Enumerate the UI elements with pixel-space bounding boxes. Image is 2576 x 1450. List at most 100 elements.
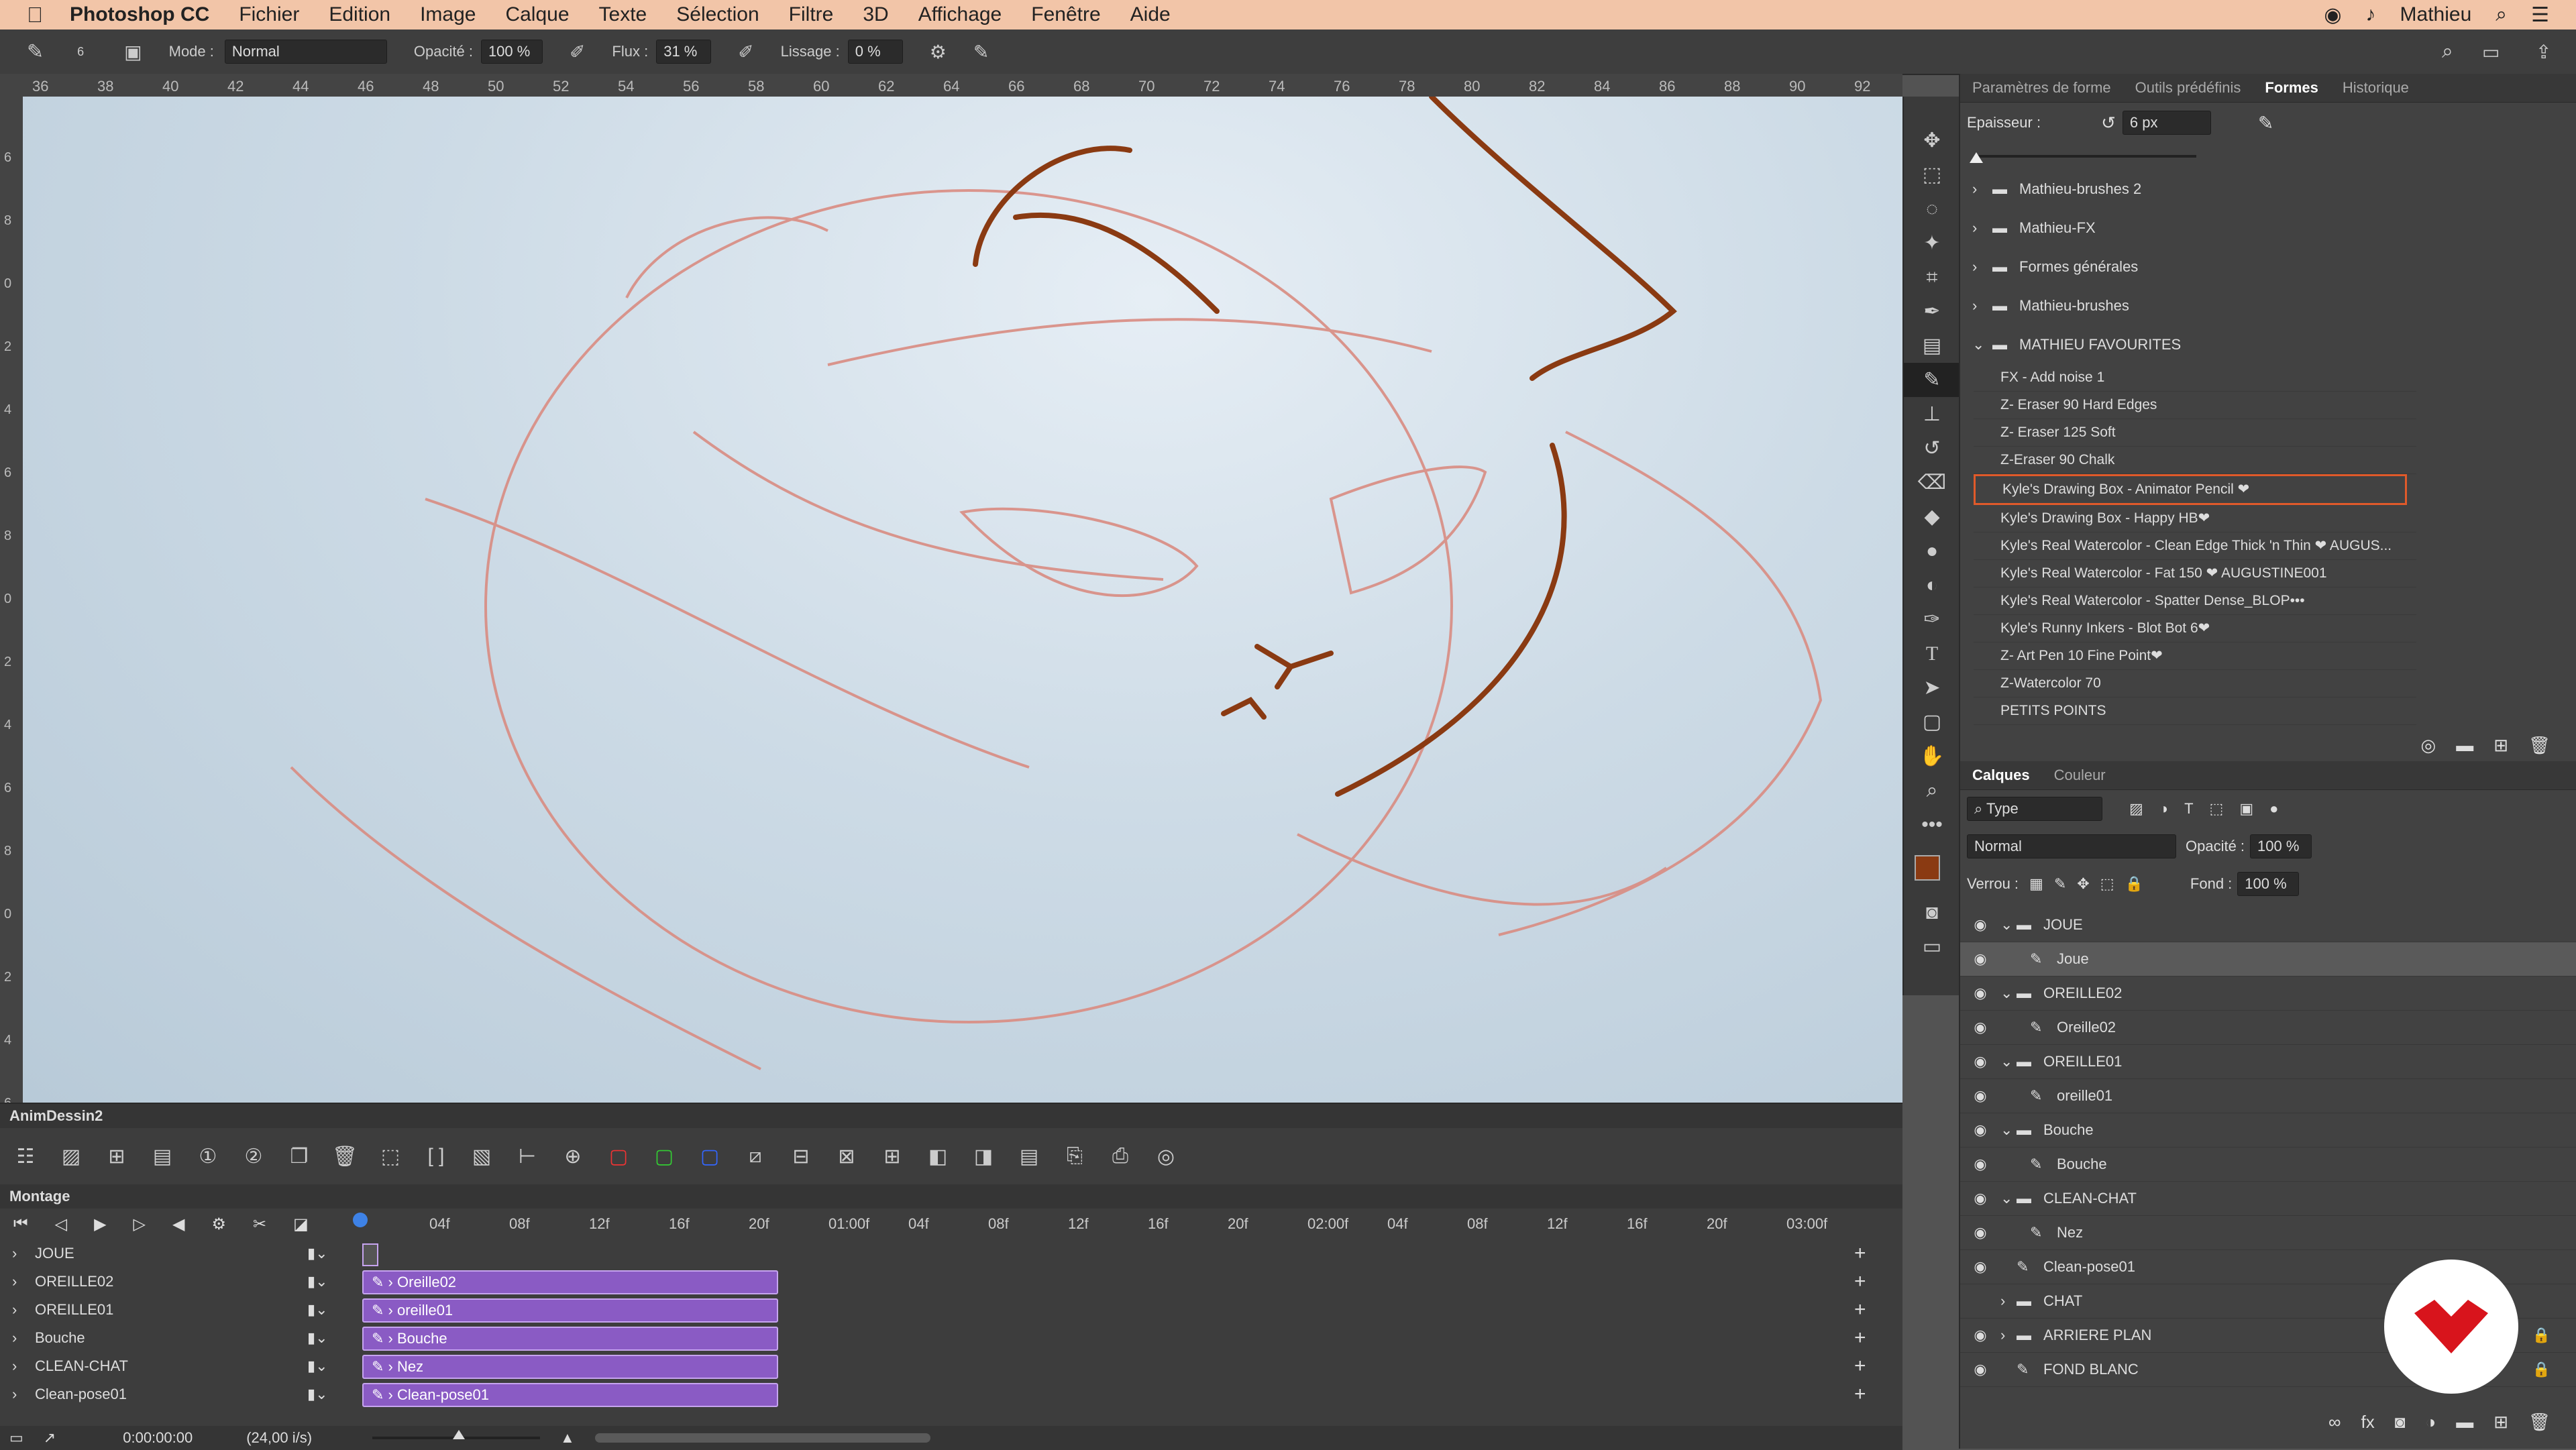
green-channel-icon[interactable]: ▢ bbox=[645, 1137, 683, 1175]
settings-icon[interactable]: ⚙ bbox=[211, 1215, 226, 1234]
chevron-down-icon[interactable]: ⌄ bbox=[2000, 916, 2017, 934]
lock-all-icon[interactable]: 🔒 bbox=[2125, 875, 2143, 893]
search-icon[interactable]: ⌕ bbox=[2442, 40, 2453, 63]
cut-icon[interactable]: ✂ bbox=[253, 1215, 266, 1234]
lock-pixels-icon[interactable]: ✎ bbox=[2054, 875, 2066, 893]
volume-icon[interactable]: ♪ bbox=[2366, 3, 2376, 26]
link-layers-icon[interactable]: ∞ bbox=[2328, 1412, 2341, 1433]
zoom-slider[interactable] bbox=[372, 1430, 541, 1439]
brush-panel-tab-3[interactable]: Historique bbox=[2330, 79, 2421, 97]
stamp-tool-icon[interactable]: ⊥ bbox=[1904, 397, 1960, 431]
convert-icon[interactable]: ↗ bbox=[44, 1429, 56, 1447]
gear-icon[interactable]: ⚙ bbox=[930, 41, 947, 63]
brush-preset[interactable]: PETITS POINTS bbox=[1974, 698, 2416, 725]
right-panel-icon[interactable]: ◨ bbox=[965, 1137, 1002, 1175]
visibility-eye-icon[interactable]: ◉ bbox=[1960, 1121, 2000, 1139]
mode-select[interactable]: Normal bbox=[224, 40, 387, 64]
lock-artboard-icon[interactable]: ⬚ bbox=[2100, 875, 2114, 893]
save-icon[interactable]: ▤ bbox=[144, 1137, 181, 1175]
brush-preset[interactable]: Z-Eraser 90 Chalk bbox=[1974, 447, 2416, 474]
chevron-right-icon[interactable]: › bbox=[12, 1245, 35, 1262]
chevron-down-icon[interactable]: ⌄ bbox=[1972, 336, 1992, 353]
text-export-icon[interactable]: ⎙ bbox=[1102, 1137, 1139, 1175]
layer-row[interactable]: ◉ ⌄ ▬ OREILLE01 bbox=[1960, 1045, 2576, 1079]
add-media-icon[interactable]: + bbox=[1854, 1242, 1866, 1265]
timeline-track[interactable]: › OREILLE02 ▮⌄ + ✎ › Oreille02 bbox=[0, 1268, 1902, 1296]
chevron-right-icon[interactable]: › bbox=[1972, 180, 1992, 198]
timeline-clip[interactable]: ✎ › Clean-pose01 bbox=[362, 1383, 778, 1407]
bracket-icon[interactable]: [ ] bbox=[417, 1137, 455, 1175]
play-icon[interactable]: ▶ bbox=[94, 1215, 106, 1234]
grid-icon[interactable]: ⊞ bbox=[98, 1137, 136, 1175]
delete-frame-icon[interactable]: 🗑 bbox=[326, 1137, 364, 1175]
move-tool-icon[interactable]: ✥ bbox=[1904, 123, 1960, 158]
add-mask-icon[interactable]: ◙ bbox=[2395, 1412, 2406, 1433]
visibility-eye-icon[interactable]: ◉ bbox=[1960, 916, 2000, 934]
fill-field[interactable]: 100 % bbox=[2237, 872, 2300, 896]
zoom-in-icon[interactable]: ▲ bbox=[560, 1429, 575, 1447]
brush-folder[interactable]: › ▬ Formes générales bbox=[1960, 247, 2576, 286]
brush-preset[interactable]: Kyle's Drawing Box - Animator Pencil ❤ bbox=[1974, 474, 2407, 505]
new-group-icon[interactable]: ▬ bbox=[2456, 1412, 2473, 1433]
chevron-right-icon[interactable]: › bbox=[12, 1386, 35, 1403]
menu-fen-tre[interactable]: Fenêtre bbox=[1031, 3, 1100, 26]
timeline-track[interactable]: › Bouche ▮⌄ + ✎ › Bouche bbox=[0, 1324, 1902, 1352]
menu-aide[interactable]: Aide bbox=[1130, 3, 1171, 26]
timeline-clip[interactable]: ✎ › Nez bbox=[362, 1355, 778, 1379]
flatten-icon[interactable]: ▧ bbox=[463, 1137, 500, 1175]
share-icon[interactable]: ⇪ bbox=[2536, 41, 2551, 63]
delete-layer-icon[interactable]: 🗑 bbox=[2528, 1412, 2551, 1433]
filter-adjust-icon[interactable]: ◑ bbox=[2159, 800, 2168, 818]
app-menu[interactable]: Photoshop CC bbox=[70, 3, 209, 26]
hand-tool-icon[interactable]: ✋ bbox=[1904, 739, 1960, 773]
reset-icon[interactable]: ↺ bbox=[2101, 113, 2116, 133]
thickness-slider-handle[interactable] bbox=[1970, 152, 1983, 163]
timeline-track[interactable]: › Clean-pose01 ▮⌄ + ✎ › Clean-pose01 bbox=[0, 1380, 1902, 1408]
prev-frame-icon[interactable]: ◁ bbox=[55, 1215, 67, 1234]
playhead[interactable] bbox=[353, 1213, 368, 1227]
add-media-icon[interactable]: + bbox=[1854, 1270, 1866, 1293]
filter-pixel-icon[interactable]: ▨ bbox=[2129, 800, 2143, 818]
foreground-color[interactable] bbox=[1915, 855, 1940, 881]
horizontal-scrollbar[interactable] bbox=[594, 1433, 930, 1443]
shape-tool-icon[interactable]: ▢ bbox=[1904, 705, 1960, 739]
export-icon[interactable]: ▤ bbox=[1010, 1137, 1048, 1175]
layers-panel-tab-0[interactable]: Calques bbox=[1960, 767, 2042, 784]
lasso-tool-icon[interactable]: ◌ bbox=[1904, 192, 1960, 226]
no-color-icon[interactable]: ⧄ bbox=[737, 1137, 774, 1175]
layer-row[interactable]: ◉ ✎ Nez bbox=[1960, 1216, 2576, 1250]
more-tools-icon[interactable]: ••• bbox=[1904, 807, 1960, 842]
layers-panel-tab-1[interactable]: Couleur bbox=[2042, 767, 2118, 784]
chevron-right-icon[interactable]: › bbox=[1972, 258, 1992, 276]
workspace-icon[interactable]: ▭ bbox=[2482, 41, 2500, 63]
visibility-eye-icon[interactable]: ◉ bbox=[1960, 1156, 2000, 1173]
track-filmstrip-icon[interactable]: ▮⌄ bbox=[307, 1386, 328, 1403]
red-channel-icon[interactable]: ▢ bbox=[600, 1137, 637, 1175]
brush-folder[interactable]: › ▬ Mathieu-brushes bbox=[1960, 286, 2576, 325]
brush-preset[interactable]: Z- Art Pen 10 Fine Point❤ bbox=[1974, 643, 2416, 670]
history-brush-icon[interactable]: ↺ bbox=[1904, 431, 1960, 465]
blur-tool-icon[interactable]: ● bbox=[1904, 534, 1960, 568]
filter-shape-icon[interactable]: ⬚ bbox=[2210, 800, 2224, 818]
split-icon[interactable]: ⊟ bbox=[782, 1137, 820, 1175]
brush-preset[interactable]: Kyle's Real Watercolor - Clean Edge Thic… bbox=[1974, 533, 2416, 560]
new-brush-icon[interactable]: ✎ bbox=[2258, 112, 2273, 134]
pressure-size-icon[interactable]: ✎ bbox=[973, 41, 989, 63]
frame-2-icon[interactable]: ② bbox=[235, 1137, 272, 1175]
filter-toggle-icon[interactable]: ● bbox=[2269, 800, 2278, 818]
brush-preset[interactable]: Z-Watercolor 70 bbox=[1974, 670, 2416, 698]
toggle-preview-icon[interactable]: ◎ bbox=[2421, 735, 2436, 756]
visibility-eye-icon[interactable]: ◉ bbox=[1960, 1224, 2000, 1241]
chevron-down-icon[interactable]: ⌄ bbox=[2000, 1121, 2017, 1139]
filmstrip-icon[interactable]: ▭ bbox=[9, 1429, 23, 1447]
eyedropper-icon[interactable]: ✒ bbox=[1904, 294, 1960, 329]
menu-calque[interactable]: Calque bbox=[505, 3, 569, 26]
timeline-options-icon[interactable]: ☷ bbox=[7, 1137, 44, 1175]
fx-icon[interactable]: fx bbox=[2361, 1412, 2375, 1433]
layer-row[interactable]: ◉ ⌄ ▬ CLEAN-CHAT bbox=[1960, 1182, 2576, 1216]
track-filmstrip-icon[interactable]: ▮⌄ bbox=[307, 1357, 328, 1375]
time-ruler[interactable]: 04f 08f 12f 16f 20f 01:00f 04f 08f 12f 16f 20f 02:0… bbox=[362, 1209, 1865, 1239]
left-panel-icon[interactable]: ◧ bbox=[919, 1137, 957, 1175]
chevron-right-icon[interactable]: › bbox=[12, 1357, 35, 1375]
apple-icon[interactable]:  bbox=[27, 3, 43, 27]
